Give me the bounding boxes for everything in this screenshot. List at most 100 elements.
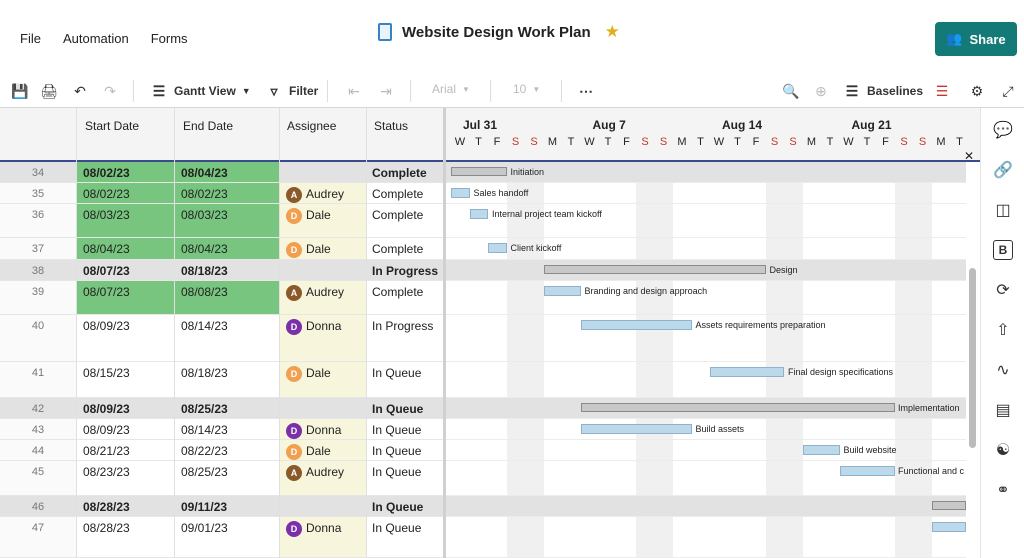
header-start-date[interactable]: Start Date <box>85 119 139 133</box>
close-icon[interactable]: ✕ <box>964 149 974 163</box>
comment-icon[interactable]: 💬 <box>993 120 1013 140</box>
row-number[interactable]: 35 <box>0 183 76 203</box>
end-date-cell[interactable]: 08/25/23 <box>175 398 279 418</box>
table-row[interactable]: 40 08/09/23 08/14/23 D Donna In Progress <box>0 315 445 362</box>
assignee-cell[interactable] <box>280 398 366 418</box>
summary-bar[interactable] <box>451 167 507 176</box>
row-number[interactable]: 36 <box>0 204 76 237</box>
favorite-star-icon[interactable]: ★ <box>605 22 620 42</box>
save-icon[interactable]: 💾 <box>11 82 29 100</box>
table-row[interactable]: 45 08/23/23 08/25/23 A Audrey In Queue <box>0 461 445 496</box>
filter-button[interactable]: ▿ Filter <box>265 82 318 100</box>
summary-bar[interactable] <box>932 501 966 510</box>
status-cell[interactable]: Complete <box>366 183 444 203</box>
row-number[interactable]: 43 <box>0 419 76 439</box>
start-date-cell[interactable]: 08/28/23 <box>77 517 174 557</box>
assignee-cell[interactable] <box>280 496 366 516</box>
font-size-select[interactable]: 10 ▼ <box>513 82 540 96</box>
table-row[interactable]: 47 08/28/23 09/01/23 D Donna In Queue <box>0 517 445 558</box>
status-cell[interactable]: In Queue <box>366 461 444 495</box>
end-date-cell[interactable]: 08/14/23 <box>175 419 279 439</box>
baselines-button[interactable]: ☰ Baselines <box>843 82 923 100</box>
start-date-cell[interactable]: 08/09/23 <box>77 419 174 439</box>
status-cell[interactable]: Complete <box>366 281 444 314</box>
status-cell[interactable]: In Queue <box>366 496 444 516</box>
people-icon[interactable]: ☯ <box>993 440 1013 460</box>
row-number[interactable]: 37 <box>0 238 76 259</box>
end-date-cell[interactable]: 08/22/23 <box>175 440 279 460</box>
row-number[interactable]: 38 <box>0 260 76 280</box>
table-row[interactable]: 37 08/04/23 08/04/23 D Dale Complete <box>0 238 445 260</box>
start-date-cell[interactable]: 08/23/23 <box>77 461 174 495</box>
start-date-cell[interactable]: 08/04/23 <box>77 238 174 259</box>
status-cell[interactable]: In Queue <box>366 419 444 439</box>
task-bar[interactable] <box>469 209 488 219</box>
row-number[interactable]: 42 <box>0 398 76 418</box>
end-date-cell[interactable]: 08/18/23 <box>175 260 279 280</box>
critical-path-icon[interactable]: ☰ <box>933 82 951 100</box>
undo-icon[interactable]: ↶ <box>71 82 89 100</box>
task-bar[interactable] <box>488 243 507 253</box>
table-row[interactable]: 41 08/15/23 08/18/23 D Dale In Queue <box>0 362 445 398</box>
font-select[interactable]: Arial ▼ <box>432 82 470 96</box>
table-row[interactable]: 35 08/02/23 08/02/23 A Audrey Complete <box>0 183 445 204</box>
assignee-cell[interactable]: D Donna <box>280 315 366 361</box>
status-cell[interactable]: Complete <box>366 204 444 237</box>
assignee-cell[interactable]: D Donna <box>280 517 366 557</box>
assignee-cell[interactable]: A Audrey <box>280 183 366 203</box>
summary-bar[interactable] <box>580 403 895 412</box>
table-row[interactable]: 44 08/21/23 08/22/23 D Dale In Queue <box>0 440 445 461</box>
table-row[interactable]: 39 08/07/23 08/08/23 A Audrey Complete <box>0 281 445 315</box>
end-date-cell[interactable]: 09/01/23 <box>175 517 279 557</box>
task-bar[interactable] <box>802 445 840 455</box>
end-date-cell[interactable]: 09/11/23 <box>175 496 279 516</box>
start-date-cell[interactable]: 08/07/23 <box>77 281 174 314</box>
header-end-date[interactable]: End Date <box>183 119 233 133</box>
end-date-cell[interactable]: 08/08/23 <box>175 281 279 314</box>
indent-icon[interactable]: ⇥ <box>377 82 395 100</box>
task-bar[interactable] <box>580 320 692 330</box>
end-date-cell[interactable]: 08/04/23 <box>175 238 279 259</box>
assignee-cell[interactable]: D Dale <box>280 362 366 397</box>
table-row[interactable]: 38 08/07/23 08/18/23 In Progress <box>0 260 445 281</box>
start-date-cell[interactable]: 08/09/23 <box>77 315 174 361</box>
outdent-icon[interactable]: ⇤ <box>345 82 363 100</box>
link-icon[interactable]: 🔗 <box>993 160 1013 180</box>
menu-file[interactable]: File <box>20 31 41 46</box>
task-bar[interactable] <box>543 286 581 296</box>
task-bar[interactable] <box>710 367 784 377</box>
vertical-scrollbar[interactable] <box>969 268 976 448</box>
status-cell[interactable]: Complete <box>366 162 444 182</box>
table-row[interactable]: 43 08/09/23 08/14/23 D Donna In Queue <box>0 419 445 440</box>
status-cell[interactable]: In Progress <box>366 315 444 361</box>
gantt-view-select[interactable]: ☰ Gantt View ▼ <box>150 82 251 100</box>
row-number[interactable]: 46 <box>0 496 76 516</box>
assignee-cell[interactable]: D Dale <box>280 204 366 237</box>
upload-icon[interactable]: ⇧ <box>993 320 1013 340</box>
row-number[interactable]: 40 <box>0 315 76 361</box>
start-date-cell[interactable]: 08/28/23 <box>77 496 174 516</box>
menu-forms[interactable]: Forms <box>151 31 188 46</box>
status-cell[interactable]: In Queue <box>366 398 444 418</box>
table-row[interactable]: 34 08/02/23 08/04/23 Complete <box>0 162 445 183</box>
assignee-cell[interactable]: A Audrey <box>280 461 366 495</box>
assignee-cell[interactable] <box>280 162 366 182</box>
summary-bar[interactable] <box>543 265 766 274</box>
end-date-cell[interactable]: 08/04/23 <box>175 162 279 182</box>
start-date-cell[interactable]: 08/03/23 <box>77 204 174 237</box>
expand-icon[interactable]: ⤢ <box>999 82 1017 100</box>
row-number[interactable]: 44 <box>0 440 76 460</box>
table-row[interactable]: 46 08/28/23 09/11/23 In Queue <box>0 496 445 517</box>
task-bar[interactable] <box>839 466 895 476</box>
table-row[interactable]: 36 08/03/23 08/03/23 D Dale Complete <box>0 204 445 238</box>
assignee-cell[interactable]: D Dale <box>280 238 366 259</box>
row-number[interactable]: 39 <box>0 281 76 314</box>
row-number[interactable]: 45 <box>0 461 76 495</box>
assignee-cell[interactable] <box>280 260 366 280</box>
row-number[interactable]: 47 <box>0 517 76 557</box>
end-date-cell[interactable]: 08/02/23 <box>175 183 279 203</box>
more-options-icon[interactable]: ⋯ <box>577 82 595 100</box>
task-bar[interactable] <box>451 188 470 198</box>
sync-icon[interactable]: ⟳ <box>993 280 1013 300</box>
row-number[interactable]: 34 <box>0 162 76 182</box>
